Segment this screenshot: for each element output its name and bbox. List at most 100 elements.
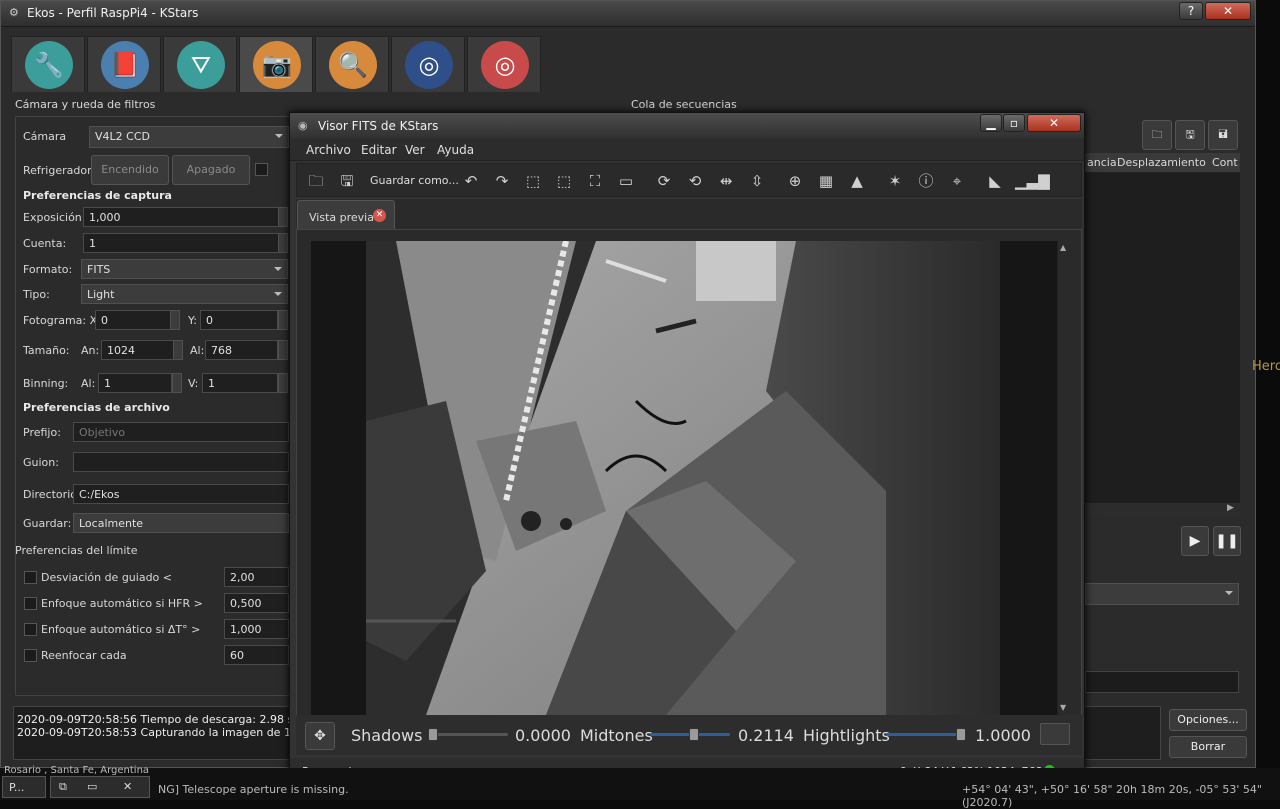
window-menu-icon[interactable]: ⚙ [9, 6, 19, 19]
bin-v-field[interactable]: 1 [202, 373, 278, 393]
size-h-field[interactable]: 768 [205, 340, 278, 360]
save-sequence-button[interactable]: 🖫 [1175, 120, 1205, 150]
taskbar-window-controls[interactable]: ⧉ ▭ ✕ [50, 776, 150, 798]
frame-x-field[interactable]: 0 [95, 310, 171, 330]
format-select[interactable]: FITS [81, 259, 288, 279]
camera-select[interactable]: V4L2 CCD [89, 126, 289, 148]
limit-hfr-field[interactable]: 0,500 [224, 593, 289, 613]
fits-close-button[interactable]: ✕ [1027, 114, 1081, 132]
close-button[interactable]: ✕ [1205, 2, 1251, 20]
save-as-sequence-button[interactable]: 🖬 [1208, 120, 1238, 150]
limit-guide-checkbox[interactable] [24, 571, 37, 584]
refocus-checkbox[interactable] [24, 649, 37, 662]
shadows-handle[interactable] [428, 728, 438, 741]
exposure-stepper[interactable] [278, 207, 288, 227]
pause-sequence-button[interactable]: ❚❚ [1213, 526, 1241, 556]
bin-h-field[interactable]: 1 [98, 373, 172, 393]
minimize-button[interactable]: ▁ [980, 114, 1002, 132]
save-select[interactable]: Localmente [73, 513, 289, 533]
cooler-off-button[interactable]: Apagado [172, 155, 250, 185]
col-count[interactable]: Cont [1212, 156, 1238, 169]
prefix-field[interactable]: Objetivo [73, 422, 289, 442]
frame-x-stepper[interactable] [170, 310, 180, 330]
zoom-fit-icon[interactable]: ⛶ [584, 170, 606, 192]
options-button[interactable]: Opciones... [1169, 709, 1247, 731]
rotate-right-icon[interactable]: ⟳ [653, 170, 675, 192]
size-w-field[interactable]: 1024 [101, 340, 174, 360]
zoom-in-icon[interactable]: ⬚ [522, 170, 544, 192]
scroll-up-icon[interactable]: ▲ [1060, 243, 1066, 252]
dir-field[interactable]: C:/Ekos [73, 484, 289, 504]
frame-y-field[interactable]: 0 [200, 310, 278, 330]
triangle-icon[interactable]: ▲ [846, 170, 868, 192]
start-sequence-button[interactable]: ▶ [1181, 526, 1209, 556]
open-icon[interactable]: 🗀 [305, 170, 327, 192]
save-as-button[interactable]: Guardar como... [370, 174, 459, 187]
tab-align[interactable]: ◎ [467, 36, 541, 92]
sequence-scrollbar[interactable]: ▶ [1085, 503, 1240, 517]
fits-image[interactable] [366, 241, 1000, 715]
statistics-icon[interactable]: ▁▃▇ [1015, 170, 1050, 192]
shadows-slider[interactable] [428, 728, 508, 741]
histogram-icon[interactable]: ◣ [984, 170, 1006, 192]
menu-file[interactable]: Archivo [306, 143, 351, 157]
midtones-slider[interactable] [650, 728, 730, 741]
menu-edit[interactable]: Editar [361, 143, 397, 157]
highlights-slider[interactable] [886, 728, 966, 741]
chevron-right-icon[interactable]: ▶ [1227, 503, 1234, 513]
info-icon[interactable]: ⓘ [915, 170, 937, 192]
menu-help[interactable]: Ayuda [437, 143, 474, 157]
sequence-table[interactable] [1085, 173, 1240, 503]
count-field[interactable]: 1 [83, 233, 279, 253]
undo-icon[interactable]: ↶ [460, 170, 482, 192]
exposure-field[interactable]: 1,000 [83, 207, 279, 227]
bin-h-stepper[interactable] [172, 373, 182, 393]
taskbar-app-button[interactable]: P... [2, 776, 46, 798]
size-w-stepper[interactable] [173, 340, 183, 360]
redo-icon[interactable]: ↷ [491, 170, 513, 192]
midtones-handle[interactable] [689, 728, 699, 741]
save-icon[interactable]: 🖫 [336, 170, 358, 192]
target-icon[interactable]: ⌖ [946, 170, 968, 192]
tab-setup[interactable]: 🔧 [11, 36, 85, 92]
grid-icon[interactable]: ▦ [815, 170, 837, 192]
highlights-handle[interactable] [956, 728, 966, 741]
tab-mount[interactable]: ⛛ [163, 36, 237, 92]
close-tab-icon[interactable]: ✕ [373, 209, 386, 222]
count-stepper[interactable] [278, 233, 288, 253]
flip-horizontal-icon[interactable]: ⇹ [715, 170, 737, 192]
tab-preview[interactable]: Vista previa ✕ [297, 200, 395, 230]
restore-icon[interactable]: ⧉ [59, 780, 67, 794]
stretch-options-button[interactable] [1040, 723, 1070, 745]
open-sequence-button[interactable]: 🗀 [1142, 120, 1172, 150]
script-field[interactable] [73, 452, 289, 472]
stars-icon[interactable]: ✶ [884, 170, 906, 192]
crosshair-icon[interactable]: ⊕ [784, 170, 806, 192]
bin-v-stepper[interactable] [278, 373, 288, 393]
maximize-icon[interactable]: ▭ [87, 780, 97, 793]
menu-view[interactable]: Ver [405, 143, 425, 157]
limit-temp-checkbox[interactable] [24, 623, 37, 636]
limit-temp-field[interactable]: 1,000 [224, 619, 289, 639]
flip-vertical-icon[interactable]: ⇳ [746, 170, 768, 192]
tab-scheduler[interactable]: 📕 [87, 36, 161, 92]
scroll-down-icon[interactable]: ▼ [1060, 703, 1066, 712]
sequence-combo[interactable] [1085, 583, 1239, 605]
close-icon[interactable]: ✕ [123, 780, 132, 793]
zoom-default-icon[interactable]: ▭ [615, 170, 637, 192]
tab-guide[interactable]: ◎ [391, 36, 465, 92]
image-scrollbar[interactable]: ▲ ▼ [1057, 241, 1071, 715]
limit-guide-field[interactable]: 2,00 [224, 567, 289, 587]
tab-capture[interactable]: 📷 [239, 36, 313, 92]
help-button[interactable]: ? [1179, 2, 1203, 20]
clear-button[interactable]: Borrar [1169, 736, 1247, 758]
refocus-field[interactable]: 60 [224, 645, 289, 665]
size-h-stepper[interactable] [278, 340, 288, 360]
cooler-checkbox[interactable] [255, 163, 268, 176]
frame-y-stepper[interactable] [278, 310, 288, 330]
rotate-left-icon[interactable]: ⟲ [684, 170, 706, 192]
tab-focus[interactable]: 🔍 [315, 36, 389, 92]
type-select[interactable]: Light [81, 284, 288, 304]
zoom-out-icon[interactable]: ⬚ [553, 170, 575, 192]
limit-hfr-checkbox[interactable] [24, 597, 37, 610]
